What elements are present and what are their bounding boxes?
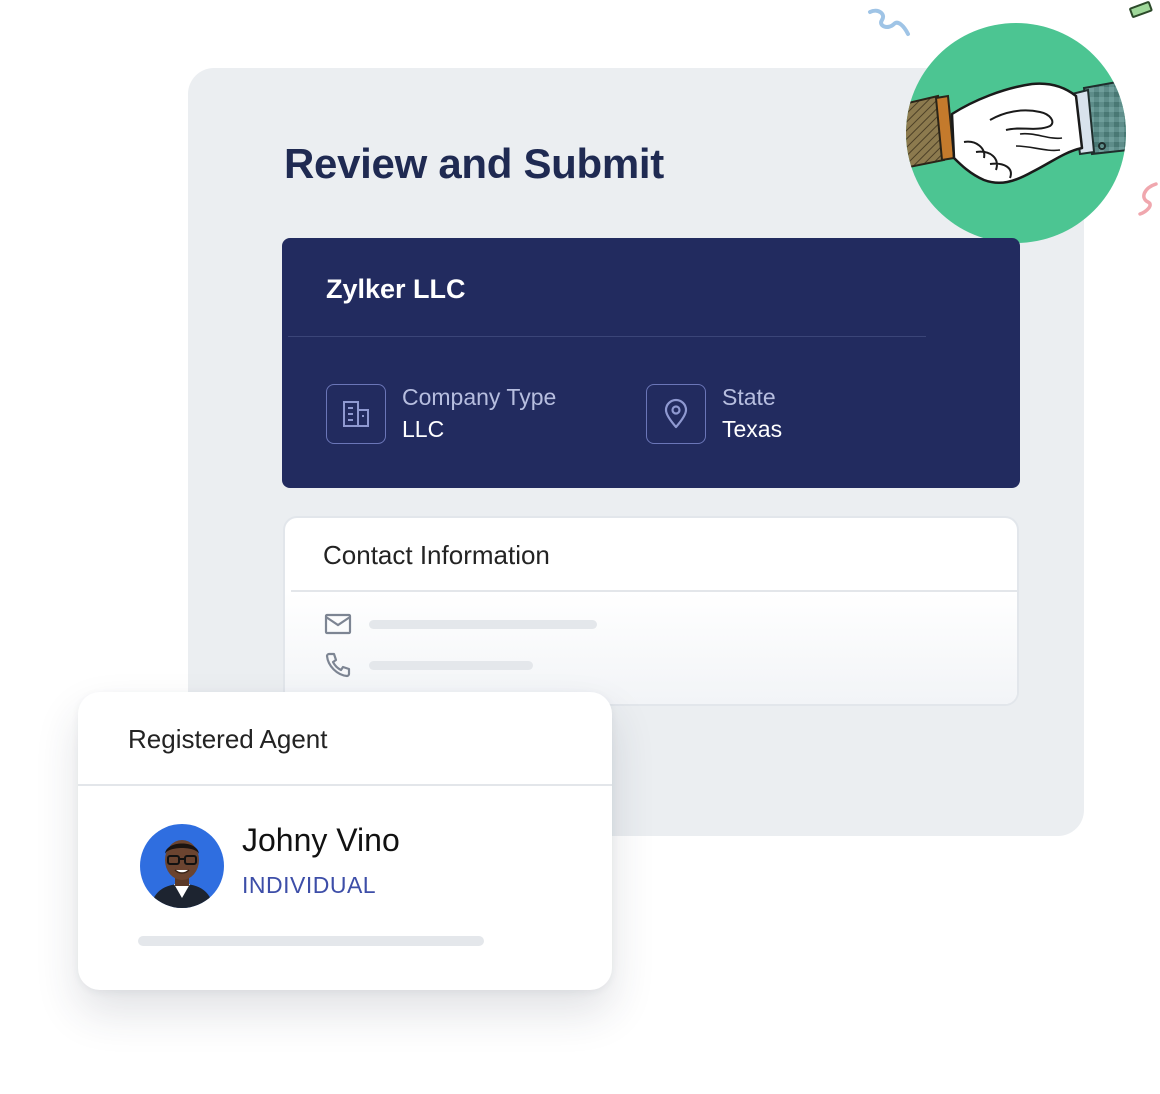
contact-information-title: Contact Information bbox=[323, 540, 550, 570]
building-icon-box bbox=[326, 384, 386, 444]
company-type-field: Company Type LLC bbox=[326, 382, 556, 446]
page-title: Review and Submit bbox=[284, 140, 664, 187]
avatar-photo bbox=[140, 824, 224, 908]
confetti-squiggle-pink bbox=[1138, 182, 1158, 216]
company-type-value: LLC bbox=[402, 416, 445, 442]
agent-card-divider bbox=[78, 784, 612, 786]
phone-icon bbox=[325, 652, 351, 678]
contact-details bbox=[285, 592, 1017, 704]
phone-row bbox=[323, 650, 533, 680]
company-type-label: Company Type bbox=[402, 384, 557, 410]
agent-name: Johny Vino bbox=[242, 822, 400, 858]
registered-agent-title: Registered Agent bbox=[128, 724, 328, 754]
handshake-illustration bbox=[906, 23, 1126, 243]
location-pin-icon bbox=[664, 398, 688, 429]
company-summary-card: Zylker LLC Company Type LLC State Texas bbox=[282, 238, 1020, 488]
confetti-piece-green bbox=[1129, 1, 1153, 18]
registered-agent-card: Registered Agent Johny Vino INDIVIDUAL bbox=[78, 692, 612, 990]
contact-information-card: Contact Information bbox=[283, 516, 1019, 706]
state-field: State Texas bbox=[646, 382, 782, 446]
email-placeholder-bar bbox=[369, 619, 597, 629]
location-icon-box bbox=[646, 384, 706, 444]
avatar bbox=[140, 824, 224, 908]
email-row bbox=[323, 612, 597, 636]
phone-placeholder-bar bbox=[369, 660, 533, 670]
company-name: Zylker LLC bbox=[326, 274, 466, 304]
company-card-divider bbox=[288, 336, 926, 337]
state-label: State bbox=[722, 384, 776, 410]
agent-placeholder-bar bbox=[138, 936, 484, 946]
building-icon bbox=[343, 401, 369, 427]
mail-icon bbox=[324, 613, 352, 635]
agent-type: INDIVIDUAL bbox=[242, 872, 377, 898]
state-value: Texas bbox=[722, 416, 783, 442]
